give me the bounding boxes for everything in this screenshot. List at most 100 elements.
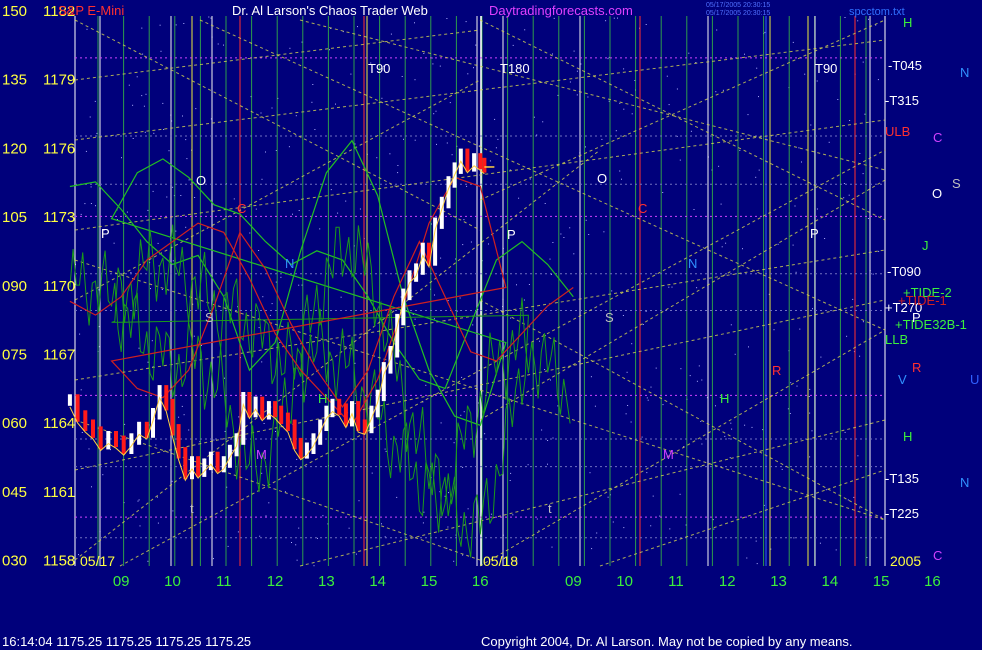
star bbox=[423, 53, 425, 54]
star bbox=[623, 68, 625, 70]
star bbox=[160, 50, 162, 52]
plot-marker-label: S bbox=[605, 310, 614, 325]
star bbox=[183, 414, 185, 416]
star bbox=[655, 367, 657, 369]
star bbox=[512, 44, 514, 46]
star bbox=[588, 234, 590, 235]
star bbox=[551, 546, 553, 548]
star bbox=[734, 353, 736, 355]
star bbox=[161, 289, 163, 290]
star bbox=[646, 397, 648, 399]
date-label: 05/17 bbox=[80, 553, 115, 569]
price-bar bbox=[247, 392, 252, 418]
star bbox=[722, 89, 724, 91]
star bbox=[180, 195, 182, 196]
star bbox=[630, 421, 632, 423]
star bbox=[527, 464, 529, 466]
price-bar bbox=[478, 153, 483, 170]
star bbox=[448, 492, 449, 494]
star bbox=[150, 288, 151, 290]
star bbox=[547, 463, 548, 465]
star bbox=[671, 286, 673, 288]
x-axis-tick-label: 16 bbox=[472, 573, 489, 590]
star bbox=[329, 49, 330, 51]
star bbox=[878, 250, 880, 252]
star bbox=[296, 458, 298, 460]
right-legend-label: -T315 bbox=[885, 93, 919, 108]
star bbox=[181, 405, 183, 407]
site-link[interactable]: Daytradingforecasts.com bbox=[489, 3, 633, 18]
star bbox=[144, 131, 146, 133]
star bbox=[171, 480, 173, 482]
chart-title: Dr. Al Larson's Chaos Trader Web bbox=[232, 3, 428, 18]
star bbox=[128, 84, 130, 86]
star bbox=[843, 197, 845, 199]
star bbox=[715, 405, 716, 407]
star bbox=[275, 431, 276, 432]
x-axis-tick-label: 11 bbox=[668, 573, 684, 590]
star bbox=[465, 21, 467, 23]
star bbox=[217, 43, 219, 45]
star bbox=[314, 129, 316, 130]
y-axis-left-label: 090 bbox=[2, 278, 27, 295]
price-bar bbox=[285, 412, 290, 431]
star bbox=[781, 468, 783, 470]
star bbox=[625, 413, 627, 415]
star bbox=[86, 28, 88, 30]
star bbox=[825, 489, 827, 491]
star bbox=[676, 88, 678, 90]
star bbox=[866, 557, 868, 558]
star bbox=[852, 298, 854, 300]
star bbox=[295, 544, 297, 546]
star bbox=[716, 29, 718, 31]
price-bar bbox=[253, 396, 258, 418]
star bbox=[859, 355, 861, 357]
x-axis-tick-label: 14 bbox=[369, 573, 386, 590]
star bbox=[261, 472, 263, 474]
star bbox=[728, 438, 730, 440]
y-axis-price-label: 1176 bbox=[43, 140, 75, 157]
star bbox=[867, 218, 869, 219]
star bbox=[536, 134, 538, 136]
star bbox=[718, 165, 720, 167]
star bbox=[467, 73, 469, 75]
star bbox=[679, 493, 681, 495]
right-legend-label: S bbox=[952, 176, 961, 191]
star bbox=[792, 41, 794, 43]
price-bar bbox=[114, 431, 118, 448]
star bbox=[261, 178, 263, 180]
star bbox=[713, 528, 715, 530]
star bbox=[188, 179, 190, 181]
star bbox=[185, 226, 187, 228]
star bbox=[679, 159, 681, 161]
star bbox=[423, 511, 425, 513]
star bbox=[662, 404, 664, 406]
star bbox=[552, 53, 553, 55]
price-bar bbox=[106, 431, 111, 450]
star bbox=[188, 429, 190, 431]
star bbox=[669, 528, 671, 530]
right-legend-label: C bbox=[933, 130, 942, 145]
star bbox=[436, 143, 437, 145]
star bbox=[258, 250, 260, 251]
star bbox=[208, 16, 210, 18]
star bbox=[798, 147, 800, 149]
star bbox=[232, 449, 234, 451]
star bbox=[435, 110, 437, 112]
star bbox=[147, 361, 149, 363]
plot-marker-label: C bbox=[638, 201, 647, 216]
star bbox=[141, 95, 143, 97]
star bbox=[488, 243, 489, 245]
star bbox=[102, 474, 104, 476]
star bbox=[453, 560, 455, 562]
y-axis-left-label: 030 bbox=[2, 553, 27, 570]
star bbox=[627, 405, 629, 406]
star bbox=[690, 130, 692, 132]
star bbox=[447, 300, 449, 302]
star bbox=[81, 432, 83, 433]
star bbox=[466, 185, 468, 187]
right-legend-label: R bbox=[912, 360, 921, 375]
star bbox=[843, 183, 845, 184]
star bbox=[440, 422, 442, 424]
star bbox=[541, 429, 543, 431]
